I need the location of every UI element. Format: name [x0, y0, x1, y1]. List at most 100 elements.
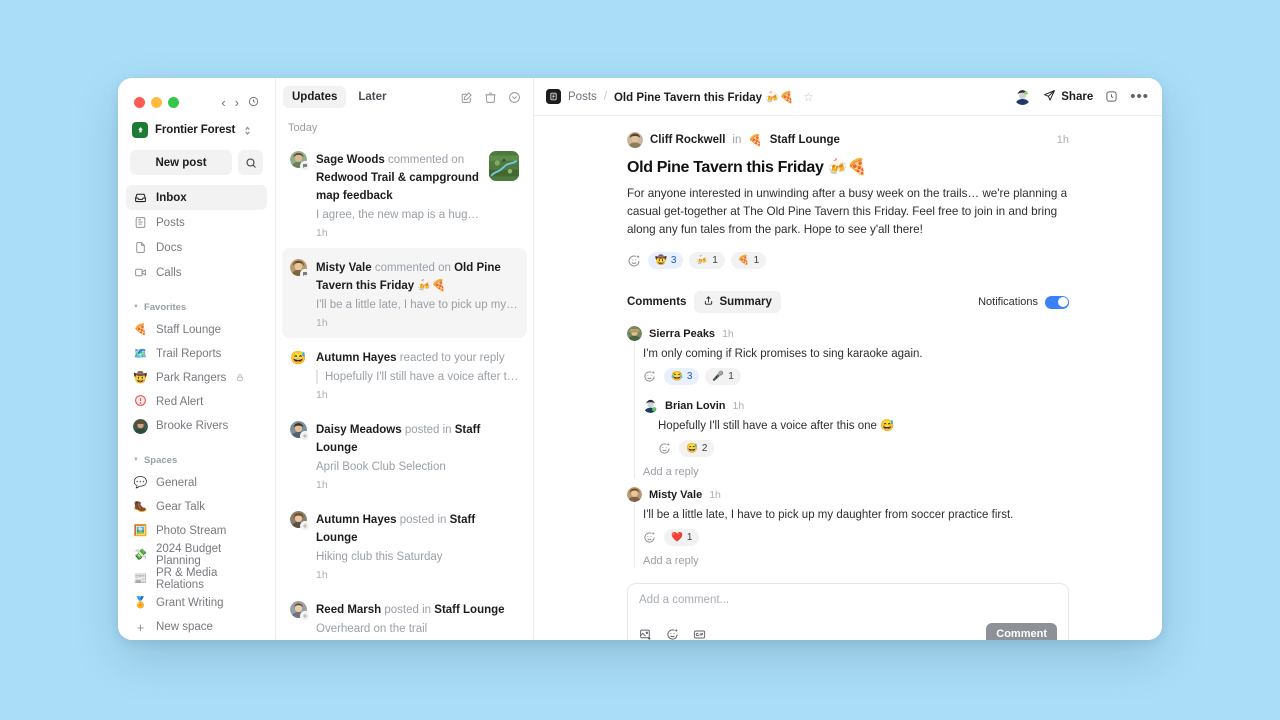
map-icon: 🗺️	[133, 347, 148, 360]
joy-icon: 😂	[671, 370, 683, 382]
comment-submit-button[interactable]: Comment	[986, 623, 1057, 640]
reaction-pill[interactable]: 🤠 3	[648, 252, 684, 269]
photo-icon: 🖼️	[133, 524, 148, 537]
sidebar-item-calls[interactable]: Calls	[126, 260, 267, 285]
sidebar-item-trail-reports[interactable]: 🗺️ Trail Reports	[126, 342, 267, 366]
comment-text: Hopefully I'll still have a voice after …	[658, 420, 895, 432]
sidebar-item-staff-lounge[interactable]: 🍕 Staff Lounge	[126, 318, 267, 342]
share-button[interactable]: Share	[1043, 89, 1093, 105]
add-reaction-icon[interactable]	[658, 441, 673, 456]
compose-icon[interactable]	[460, 91, 473, 104]
comment-text: I'm only coming if Rick promises to sing…	[643, 348, 923, 360]
space-label: Gear Talk	[156, 501, 206, 513]
list-item-author: Autumn Hayes	[316, 352, 397, 364]
avatar	[290, 601, 310, 621]
minimize-window-button[interactable]	[151, 97, 162, 108]
list-item[interactable]: 😅 Autumn Hayes reacted to your reply Hop…	[282, 338, 527, 410]
reaction-pill[interactable]: 🍻 1	[689, 252, 725, 269]
space-label: Grant Writing	[156, 597, 224, 609]
star-icon[interactable]: ☆	[803, 90, 814, 104]
sidebar-item-red-alert[interactable]: Red Alert	[126, 390, 267, 414]
notifications-toggle[interactable]	[1045, 295, 1069, 309]
list-item[interactable]: Daisy Meadows posted in Staff Lounge Apr…	[282, 410, 527, 500]
new-post-button[interactable]: New post	[130, 150, 232, 175]
comment-input[interactable]: Add a comment...	[639, 594, 1057, 606]
breadcrumb-root[interactable]: Posts	[568, 91, 597, 103]
add-reply-link[interactable]: Add a reply	[643, 546, 1069, 567]
sidebar-item-label: Inbox	[156, 191, 187, 204]
sidebar-item-docs[interactable]: Docs	[126, 235, 267, 260]
add-reaction-icon[interactable]	[643, 530, 658, 545]
notifications-control: Notifications	[978, 295, 1069, 309]
comments-toolbar: Comments Summary Notifications	[627, 291, 1069, 313]
comment-reactions: 😂 3 🎤 1	[643, 368, 1069, 385]
reaction-pill[interactable]: 😅 2	[679, 440, 715, 457]
list-item[interactable]: Autumn Hayes posted in Staff Lounge Hiki…	[282, 500, 527, 590]
reaction-count: 1	[712, 255, 718, 266]
comment-text: I'll be a little late, I have to pick up…	[643, 509, 1014, 521]
post-scroll-area[interactable]: Cliff Rockwell in 🍕 Staff Lounge 1h Old …	[534, 116, 1162, 640]
summary-button[interactable]: Summary	[694, 291, 781, 313]
avatar[interactable]	[1014, 88, 1032, 105]
reaction-pill[interactable]: ❤️ 1	[664, 529, 700, 546]
comment: Misty Vale 1h I'll be a little late, I h…	[627, 487, 1069, 567]
sidebar-item-inbox[interactable]: Inbox	[126, 185, 267, 210]
workspace-switcher[interactable]: Frontier Forest	[126, 112, 267, 144]
sidebar-item-budget-planning[interactable]: 💸 2024 Budget Planning	[126, 543, 267, 567]
sidebar-item-general[interactable]: 💬 General	[126, 471, 267, 495]
back-button[interactable]: ‹	[221, 96, 225, 109]
post-space-name[interactable]: Staff Lounge	[770, 134, 840, 146]
list-item-body: Daisy Meadows posted in Staff Lounge Apr…	[316, 420, 519, 491]
comments-tab[interactable]: Comments	[627, 296, 686, 308]
sweat-smile-icon: 😅	[686, 442, 698, 454]
comment-author: Sierra Peaks	[649, 327, 716, 340]
list-item-snippet: I'll be a little late, I have to pick up…	[316, 299, 519, 311]
more-options-button[interactable]: •••	[1130, 89, 1149, 104]
sidebar-item-park-rangers[interactable]: 🤠 Park Rangers	[126, 366, 267, 390]
comment-composer[interactable]: Add a comment... Comment	[627, 583, 1069, 640]
comment-badge-icon	[300, 161, 310, 171]
reaction-count: 2	[701, 443, 708, 454]
sidebar-item-label: Posts	[156, 216, 185, 229]
list-item[interactable]: Sage Woods commented on Redwood Trail & …	[282, 140, 527, 248]
sidebar-item-posts[interactable]: Posts	[126, 210, 267, 235]
forward-button[interactable]: ›	[235, 96, 239, 109]
comment-body: I'll be a little late, I have to pick up…	[634, 502, 1069, 567]
add-reply-link[interactable]: Add a reply	[643, 457, 1069, 478]
list-item[interactable]: Reed Marsh posted in Staff Lounge Overhe…	[282, 590, 527, 640]
search-button[interactable]	[238, 150, 263, 175]
archive-icon[interactable]	[484, 91, 497, 104]
filter-icon[interactable]	[508, 91, 521, 104]
reaction-pill[interactable]: 🍕 1	[730, 252, 767, 269]
add-reaction-icon[interactable]	[643, 369, 658, 384]
avatar	[133, 418, 148, 434]
list-item-action: commented on	[374, 262, 451, 274]
maximize-window-button[interactable]	[168, 97, 179, 108]
tab-later[interactable]: Later	[349, 86, 395, 108]
tab-updates[interactable]: Updates	[283, 86, 347, 108]
comment-author: Brian Lovin	[665, 399, 726, 412]
sidebar-item-brooke-rivers[interactable]: Brooke Rivers	[126, 414, 267, 438]
sidebar: ‹ › Frontier Forest New post Inbox Posts…	[118, 78, 276, 640]
list-item[interactable]: Misty Vale commented on Old Pine Tavern …	[282, 248, 527, 338]
new-space-button[interactable]: + New space	[126, 615, 267, 639]
image-icon[interactable]	[639, 628, 652, 641]
docs-icon	[133, 241, 147, 254]
list-items[interactable]: Sage Woods commented on Redwood Trail & …	[276, 140, 533, 640]
emoji-icon[interactable]	[666, 628, 679, 641]
history-icon[interactable]	[248, 96, 259, 109]
reaction-pill[interactable]: 🎤 1	[705, 368, 741, 385]
favorites-section-header[interactable]: ▼ Favorites	[126, 296, 267, 318]
close-window-button[interactable]	[134, 97, 145, 108]
reaction-pill[interactable]: 😂 3	[664, 368, 700, 385]
add-reaction-icon[interactable]	[627, 253, 642, 268]
sidebar-item-gear-talk[interactable]: 🥾 Gear Talk	[126, 495, 267, 519]
sidebar-item-photo-stream[interactable]: 🖼️ Photo Stream	[126, 519, 267, 543]
gif-icon[interactable]	[693, 628, 706, 641]
general-icon: 💬	[133, 476, 148, 489]
sidebar-item-pr-media-relations[interactable]: 📰 PR & Media Relations	[126, 567, 267, 591]
inbox-icon	[133, 191, 147, 204]
spaces-section-header[interactable]: ▼ Spaces	[126, 449, 267, 471]
history-icon[interactable]	[1105, 90, 1118, 103]
sidebar-item-grant-writing[interactable]: 🏅 Grant Writing	[126, 591, 267, 615]
